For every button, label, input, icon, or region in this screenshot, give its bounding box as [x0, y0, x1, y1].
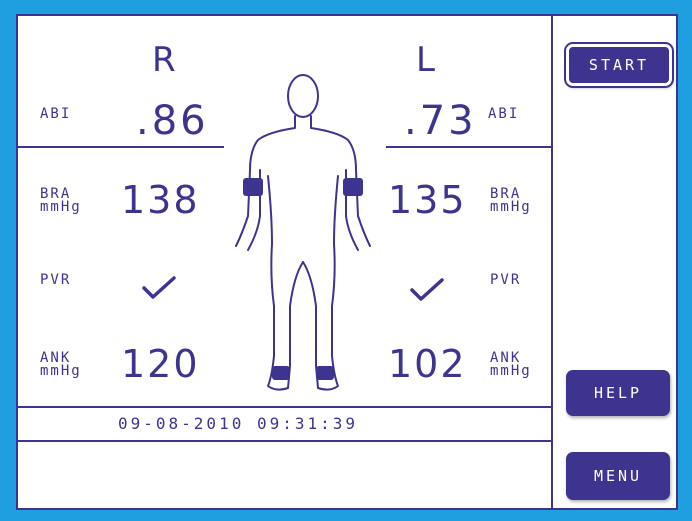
sidebar-divider [551, 16, 553, 508]
right-ank-label: ANK mmHg [40, 351, 82, 379]
help-button[interactable]: HELP [566, 370, 670, 416]
left-pvr-label: PVR [490, 272, 522, 288]
right-ank-label-bottom: mmHg [40, 363, 82, 379]
left-ank-label: ANK mmHg [490, 351, 532, 379]
left-abi-value: .73 [404, 98, 477, 144]
left-bra-value: 135 [388, 178, 467, 222]
right-pvr-label: PVR [40, 272, 72, 288]
body-figure-icon [235, 74, 371, 391]
right-abi-value: .86 [136, 98, 209, 144]
left-pvr-checkmark-icon [410, 278, 444, 301]
left-abi-label: ABI [488, 106, 520, 122]
left-ank-label-bottom: mmHg [490, 363, 532, 379]
menu-button[interactable]: MENU [566, 452, 670, 500]
datetime-readout: 09-08-2010 09:31:39 [118, 414, 359, 433]
left-bra-label-bottom: mmHg [490, 199, 532, 215]
left-side-header: L [416, 40, 436, 80]
right-bra-value: 138 [121, 178, 200, 222]
right-abi-label: ABI [40, 106, 72, 122]
right-side-header: R [152, 40, 177, 80]
datetime-top-divider [18, 406, 551, 408]
right-ank-value: 120 [121, 342, 200, 386]
abi-divider-left [386, 146, 551, 148]
right-bra-label-bottom: mmHg [40, 199, 82, 215]
datetime-bottom-divider [18, 440, 551, 442]
right-bra-label: BRA mmHg [40, 187, 82, 215]
right-pvr-checkmark-icon [142, 276, 176, 299]
start-button[interactable]: START [564, 42, 674, 88]
abi-divider-right [18, 146, 224, 148]
device-screen: R L ABI .86 .73 ABI BRA mmHg 138 135 BRA… [16, 14, 678, 510]
left-bra-label: BRA mmHg [490, 187, 532, 215]
left-ank-value: 102 [388, 342, 467, 386]
